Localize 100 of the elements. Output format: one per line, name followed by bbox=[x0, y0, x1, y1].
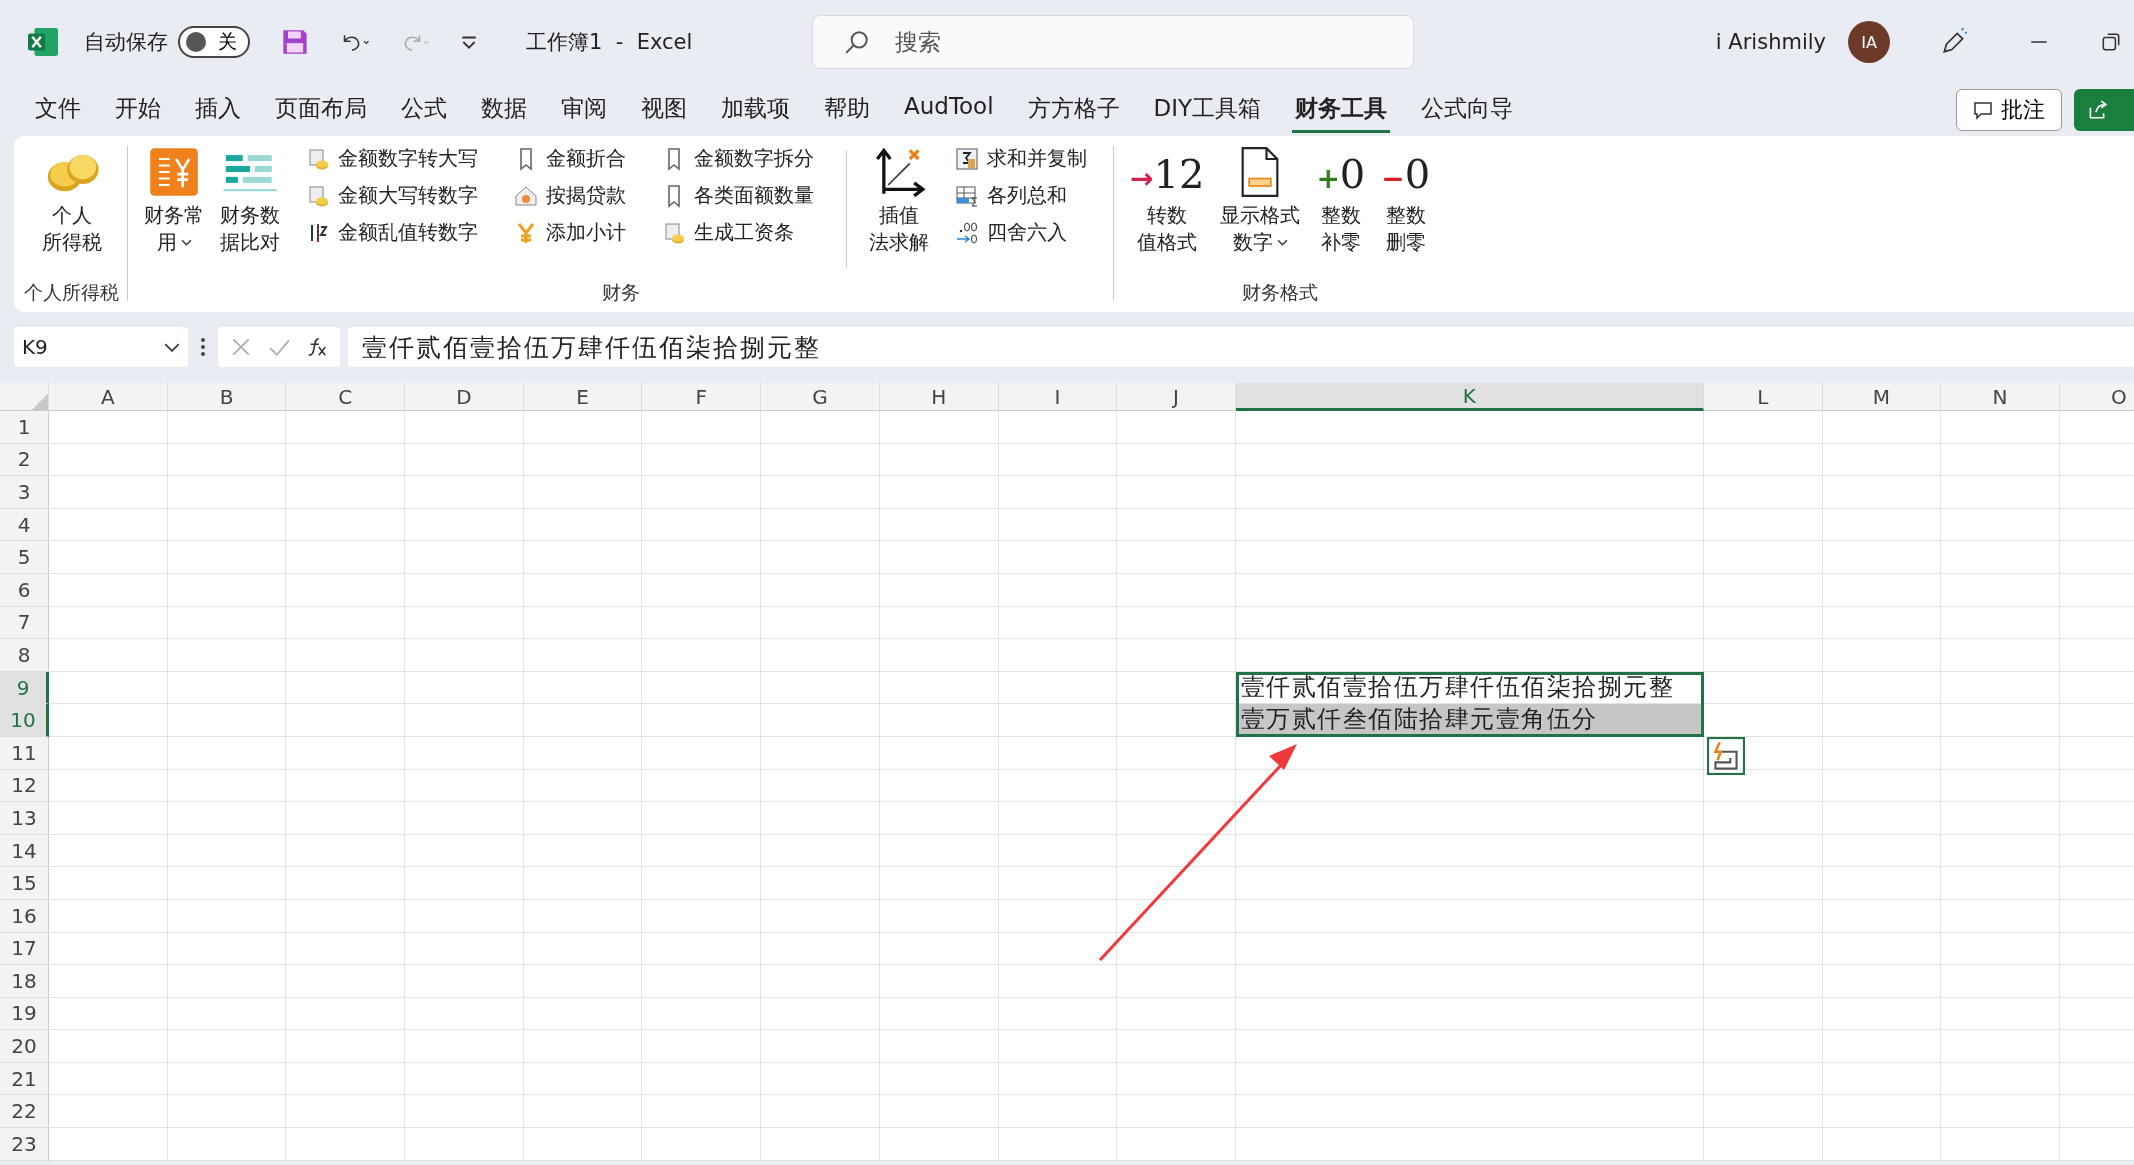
column-header[interactable]: G bbox=[761, 383, 880, 411]
row-header[interactable]: 16 bbox=[0, 899, 49, 933]
row-header[interactable]: 6 bbox=[0, 573, 49, 607]
row-header[interactable]: 2 bbox=[0, 443, 49, 477]
column-header[interactable]: A bbox=[49, 383, 168, 411]
row-header[interactable]: 14 bbox=[0, 834, 49, 868]
ribbon-tab[interactable]: 数据 bbox=[478, 87, 530, 133]
column-header[interactable]: B bbox=[167, 383, 287, 411]
coin-document-icon bbox=[662, 220, 686, 245]
ribbon-tab[interactable]: 审阅 bbox=[558, 87, 610, 133]
ribbon-button[interactable]: 显示格式 数字 bbox=[1212, 142, 1309, 260]
row-header[interactable]: 11 bbox=[0, 736, 49, 770]
ribbon-button[interactable]: 金额乱值转数字 bbox=[302, 216, 482, 249]
ribbon-button[interactable]: 四舍六入 bbox=[951, 216, 1091, 249]
ribbon-tab[interactable]: 开始 bbox=[112, 87, 164, 133]
row-header[interactable]: 9 bbox=[0, 671, 49, 705]
ribbon-tab[interactable]: 页面布局 bbox=[272, 87, 370, 133]
ribbon-tab[interactable]: 方方格子 bbox=[1024, 87, 1123, 133]
row-header[interactable]: 8 bbox=[0, 639, 49, 672]
ribbon-tab[interactable]: AudTool bbox=[901, 87, 997, 133]
row-header[interactable]: 7 bbox=[0, 606, 49, 640]
insert-function-icon[interactable] bbox=[306, 336, 328, 358]
ribbon-button[interactable]: 金额折合 bbox=[510, 142, 630, 175]
window-title: 工作簿1 - Excel bbox=[526, 29, 693, 56]
row-header[interactable]: 17 bbox=[0, 932, 49, 966]
column-header[interactable]: O bbox=[2059, 383, 2134, 411]
column-header[interactable]: I bbox=[998, 383, 1118, 411]
row-header[interactable]: 15 bbox=[0, 867, 49, 900]
ribbon-button[interactable]: 财务常 用 bbox=[136, 142, 212, 260]
ribbon-button[interactable]: 个人 所得税 bbox=[33, 142, 110, 260]
ribbon-tab[interactable]: 加载项 bbox=[718, 87, 793, 133]
column-header[interactable]: E bbox=[523, 383, 643, 411]
ribbon-button[interactable]: 按揭贷款 bbox=[510, 179, 630, 212]
ribbon-button[interactable]: 财务数 据比对 bbox=[212, 142, 288, 260]
ribbon-tab[interactable]: 公式 bbox=[398, 87, 450, 133]
row-header[interactable]: 23 bbox=[0, 1128, 49, 1161]
column-header[interactable]: C bbox=[286, 383, 406, 411]
row-header[interactable]: 18 bbox=[0, 965, 49, 998]
comments-button[interactable]: 批注 bbox=[1956, 89, 2062, 131]
ribbon-button[interactable]: −0 整数 删零 bbox=[1373, 142, 1439, 260]
coin-document-icon bbox=[306, 146, 330, 171]
table-sum-icon bbox=[955, 183, 979, 208]
formula-field[interactable]: 壹仟贰佰壹拾伍万肆仟伍佰柒拾捌元整 bbox=[348, 327, 2134, 367]
autosave-toggle[interactable]: 关 bbox=[178, 26, 250, 58]
row-header[interactable]: 1 bbox=[0, 411, 49, 444]
column-header[interactable]: L bbox=[1703, 383, 1823, 411]
column-header[interactable]: D bbox=[405, 383, 524, 411]
column-header[interactable]: J bbox=[1117, 383, 1236, 411]
row-header[interactable]: 19 bbox=[0, 997, 49, 1031]
ribbon-button[interactable]: 生成工资条 bbox=[658, 216, 818, 249]
row-header[interactable]: 4 bbox=[0, 508, 49, 542]
column-header[interactable]: H bbox=[879, 383, 999, 411]
row-header[interactable]: 10 bbox=[0, 704, 49, 737]
comment-icon bbox=[1973, 100, 1993, 120]
ribbon-button[interactable]: 添加小计 bbox=[510, 216, 630, 249]
more-options-icon[interactable] bbox=[200, 337, 206, 357]
ribbon-tab[interactable]: 帮助 bbox=[821, 87, 873, 133]
ribbon-tab[interactable]: 插入 bbox=[192, 87, 244, 133]
user-avatar[interactable]: IA bbox=[1848, 21, 1890, 63]
excel-logo-icon[interactable] bbox=[28, 28, 58, 56]
pen-icon[interactable] bbox=[1940, 28, 1968, 56]
ribbon-tab[interactable]: 财务工具 bbox=[1292, 87, 1391, 133]
row-header[interactable]: 20 bbox=[0, 1030, 49, 1063]
triangle-icon bbox=[30, 392, 48, 410]
ribbon-button[interactable]: →12 转数 值格式 bbox=[1122, 142, 1213, 260]
ribbon-button[interactable]: 各类面额数量 bbox=[658, 179, 818, 212]
quick-analysis-icon[interactable] bbox=[1707, 737, 1745, 775]
customize-toolbar-icon[interactable] bbox=[460, 34, 478, 50]
row-header[interactable]: 21 bbox=[0, 1062, 49, 1096]
row-header[interactable]: 3 bbox=[0, 476, 49, 509]
row-header[interactable]: 22 bbox=[0, 1095, 49, 1129]
ribbon-tab[interactable]: DIY工具箱 bbox=[1150, 87, 1265, 133]
column-header[interactable]: M bbox=[1822, 383, 1942, 411]
row-header[interactable]: 5 bbox=[0, 541, 49, 574]
row-header[interactable]: 12 bbox=[0, 769, 49, 803]
save-icon[interactable] bbox=[280, 28, 310, 56]
restore-icon[interactable] bbox=[2100, 31, 2122, 53]
ribbon-button[interactable]: 插值 法求解 bbox=[861, 142, 937, 260]
user-name[interactable]: i Arishmily bbox=[1715, 30, 1826, 54]
ribbon-button[interactable]: +0 整数 补零 bbox=[1308, 142, 1374, 260]
ribbon-group-label: 个人所得税 bbox=[24, 280, 119, 305]
ribbon-tab[interactable]: 文件 bbox=[32, 87, 84, 133]
name-box[interactable]: K9 bbox=[14, 327, 188, 367]
ribbon-tab[interactable]: 公式向导 bbox=[1418, 87, 1517, 133]
search-field[interactable]: 搜索 bbox=[812, 15, 1415, 69]
sum-sheet-icon bbox=[955, 146, 979, 171]
ribbon-button[interactable]: 金额数字拆分 bbox=[658, 142, 818, 175]
chevron-down-icon bbox=[164, 342, 180, 352]
ribbon-button[interactable]: 各列总和 bbox=[951, 179, 1091, 212]
column-header[interactable]: F bbox=[642, 383, 762, 411]
share-button[interactable] bbox=[2074, 89, 2134, 131]
search-icon bbox=[844, 29, 871, 55]
ribbon-button[interactable]: 求和并复制 bbox=[951, 142, 1091, 175]
ribbon-button[interactable]: 金额大写转数字 bbox=[302, 179, 482, 212]
ribbon-button[interactable]: 金额数字转大写 bbox=[302, 142, 482, 175]
ribbon-group-label: 财务格式 bbox=[1242, 280, 1319, 305]
row-header[interactable]: 13 bbox=[0, 802, 49, 835]
column-header[interactable]: N bbox=[1941, 383, 2060, 411]
column-header[interactable]: K bbox=[1235, 383, 1704, 411]
ribbon-tab[interactable]: 视图 bbox=[638, 87, 690, 133]
